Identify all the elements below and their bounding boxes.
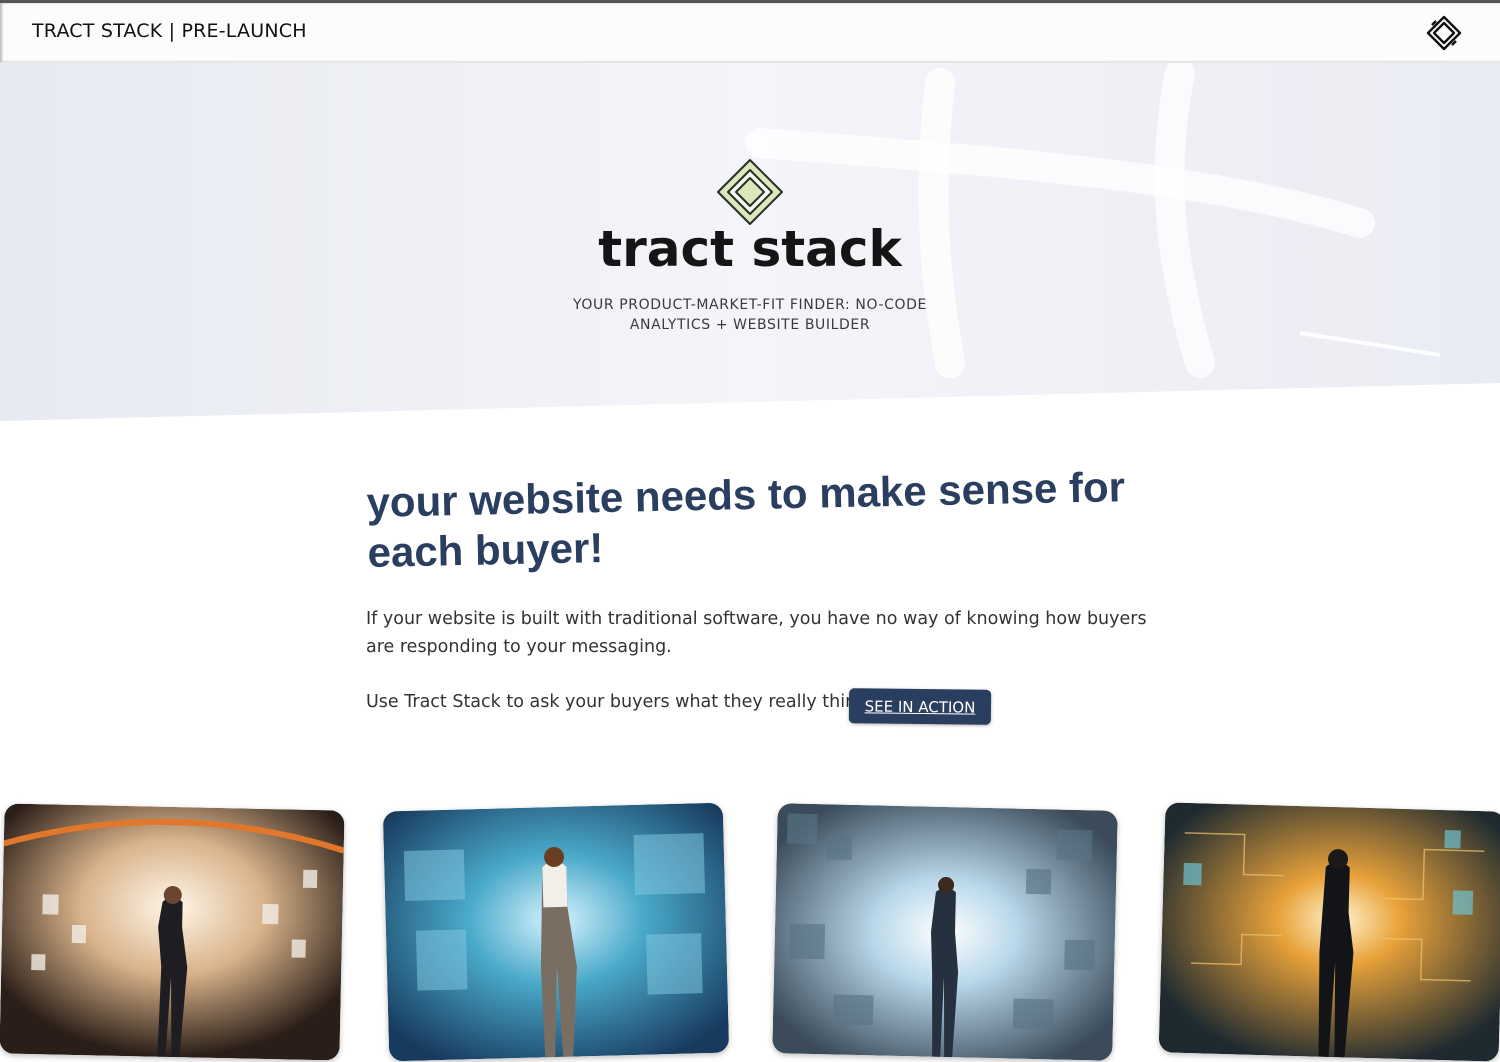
see-in-action-button[interactable]: SEE IN ACTION (848, 688, 992, 725)
man-in-golden-circuit-tunnel-image (1158, 802, 1500, 1062)
brand-tagline: YOUR PRODUCT-MARKET-FIT FINDER: NO-CODE … (573, 297, 927, 333)
man-in-pixel-tunnel-image (772, 803, 1118, 1061)
illustration-card-4[interactable] (1158, 802, 1500, 1062)
tractstack-logo-icon[interactable] (1426, 15, 1462, 51)
cta-text: Use Tract Stack to ask your buyers what … (366, 692, 867, 712)
site-title[interactable]: TRACT STACK | PRE-LAUNCH (32, 20, 307, 42)
top-navigation-bar: TRACT STACK | PRE-LAUNCH (0, 0, 1500, 63)
tractstack-logo-icon (717, 159, 783, 225)
illustration-card-3[interactable] (772, 803, 1118, 1061)
hero-section: tract stack YOUR PRODUCT-MARKET-FIT FIND… (0, 63, 1500, 423)
main-headline: your website needs to make sense for eac… (366, 463, 1126, 576)
brand-wordmark: tract stack (598, 220, 902, 278)
woman-with-tablet-in-data-tunnel-image (0, 803, 345, 1061)
intro-paragraph: If your website is built with traditiona… (366, 609, 1147, 657)
illustration-card-1[interactable] (0, 803, 345, 1061)
woman-facing-blue-screens-image (382, 802, 730, 1062)
illustration-card-2[interactable] (382, 802, 730, 1062)
